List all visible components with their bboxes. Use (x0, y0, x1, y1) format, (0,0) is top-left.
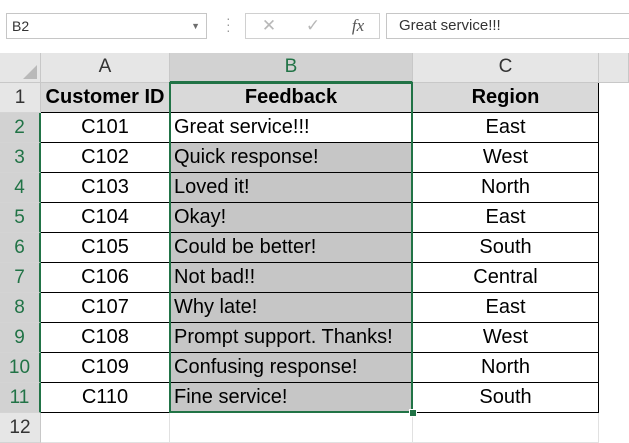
formula-buttons: ✕ ✓ fx (245, 13, 380, 39)
fill-handle[interactable] (409, 409, 417, 417)
table-cell[interactable]: Confusing response! (170, 353, 413, 383)
row-header-1[interactable]: 1 (0, 83, 41, 113)
table-cell[interactable]: Great service!!! (170, 113, 413, 143)
formula-bar-area: B2 ▼ · · · ✕ ✓ fx Great service!!! (0, 0, 629, 53)
row-header-6[interactable]: 6 (0, 233, 41, 263)
table-cell[interactable]: Okay! (170, 203, 413, 233)
select-all-triangle-icon (23, 65, 37, 79)
row-header-8[interactable]: 8 (0, 293, 41, 323)
table-cell[interactable]: C108 (41, 323, 170, 353)
column-header-b[interactable]: B (170, 53, 413, 83)
row-header-10[interactable]: 10 (0, 353, 41, 383)
table-header-cell[interactable]: Feedback (170, 83, 413, 113)
table-cell[interactable]: East (413, 293, 599, 323)
insert-function-icon[interactable]: fx (343, 14, 373, 38)
row-header-12[interactable]: 12 (0, 413, 41, 443)
column-header-c[interactable]: C (413, 53, 599, 83)
row-header-9[interactable]: 9 (0, 323, 41, 353)
formula-input[interactable]: Great service!!! (386, 13, 629, 39)
table-cell[interactable]: South (413, 233, 599, 263)
name-box[interactable]: B2 ▼ (6, 13, 207, 39)
table-cell[interactable]: Not bad!! (170, 263, 413, 293)
empty-cell[interactable] (170, 413, 413, 443)
table-cell[interactable]: East (413, 113, 599, 143)
table-cell[interactable]: Loved it! (170, 173, 413, 203)
cancel-icon[interactable]: ✕ (254, 14, 284, 38)
table-cell[interactable]: Fine service! (170, 383, 413, 413)
table-cell[interactable]: West (413, 323, 599, 353)
chevron-down-icon[interactable]: ▼ (191, 14, 200, 38)
row-header-2[interactable]: 2 (0, 113, 41, 143)
table-cell[interactable]: C107 (41, 293, 170, 323)
column-header-a[interactable]: A (41, 53, 170, 83)
row-header-3[interactable]: 3 (0, 143, 41, 173)
table-cell[interactable]: C101 (41, 113, 170, 143)
drag-handle-icon[interactable]: · · · (226, 11, 231, 37)
formula-content: Great service!!! (399, 17, 501, 34)
row-header-11[interactable]: 11 (0, 383, 41, 413)
table-header-cell[interactable]: Region (413, 83, 599, 113)
table-cell[interactable]: North (413, 173, 599, 203)
column-header-blank (599, 53, 629, 83)
table-cell[interactable]: Quick response! (170, 143, 413, 173)
table-cell[interactable]: C106 (41, 263, 170, 293)
table-cell[interactable]: West (413, 143, 599, 173)
table-cell[interactable]: C102 (41, 143, 170, 173)
table-cell[interactable]: Could be better! (170, 233, 413, 263)
table-cell[interactable]: Prompt support. Thanks! (170, 323, 413, 353)
select-all-corner[interactable] (0, 53, 41, 83)
table-cell[interactable]: East (413, 203, 599, 233)
table-cell[interactable]: C109 (41, 353, 170, 383)
table-cell[interactable]: Why late! (170, 293, 413, 323)
name-box-value: B2 (12, 18, 30, 34)
table-cell[interactable]: C105 (41, 233, 170, 263)
empty-cell[interactable] (41, 413, 170, 443)
enter-check-icon[interactable]: ✓ (298, 14, 328, 38)
empty-cell[interactable] (413, 413, 599, 443)
row-header-5[interactable]: 5 (0, 203, 41, 233)
table-cell[interactable]: South (413, 383, 599, 413)
row-header-7[interactable]: 7 (0, 263, 41, 293)
table-cell[interactable]: C110 (41, 383, 170, 413)
table-cell[interactable]: North (413, 353, 599, 383)
table-cell[interactable]: Central (413, 263, 599, 293)
table-cell[interactable]: C103 (41, 173, 170, 203)
table-header-cell[interactable]: Customer ID (41, 83, 170, 113)
table-cell[interactable]: C104 (41, 203, 170, 233)
row-header-4[interactable]: 4 (0, 173, 41, 203)
